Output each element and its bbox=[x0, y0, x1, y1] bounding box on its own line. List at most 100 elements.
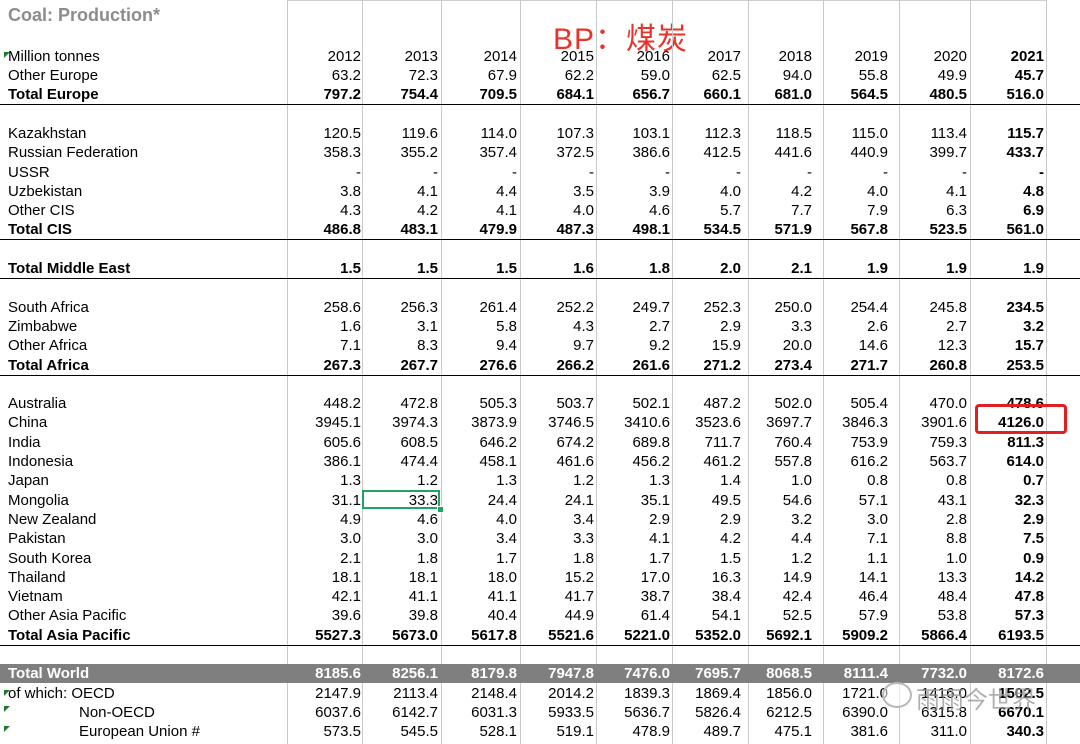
year-header[interactable]: 2017 bbox=[667, 47, 741, 66]
value-cell[interactable]: 0.7 bbox=[970, 471, 1044, 490]
row-label[interactable]: Total Europe bbox=[8, 85, 99, 104]
value-cell[interactable]: 557.8 bbox=[738, 452, 812, 471]
value-cell[interactable]: 487.2 bbox=[667, 394, 741, 413]
year-header[interactable]: 2012 bbox=[287, 47, 361, 66]
value-cell[interactable]: 561.0 bbox=[970, 220, 1044, 239]
value-cell[interactable]: 41.1 bbox=[443, 587, 517, 606]
value-cell[interactable]: 571.9 bbox=[738, 220, 812, 239]
value-cell[interactable]: 503.7 bbox=[520, 394, 594, 413]
value-cell[interactable]: 5933.5 bbox=[520, 703, 594, 722]
value-cell[interactable]: 1.1 bbox=[814, 549, 888, 568]
row-label[interactable]: China bbox=[8, 413, 47, 432]
value-cell[interactable]: 340.3 bbox=[970, 722, 1044, 741]
year-header[interactable]: 2016 bbox=[596, 47, 670, 66]
value-cell[interactable]: 3.0 bbox=[364, 529, 438, 548]
value-cell[interactable]: 38.7 bbox=[596, 587, 670, 606]
value-cell[interactable]: 1839.3 bbox=[596, 684, 670, 703]
value-cell[interactable]: 115.0 bbox=[814, 124, 888, 143]
value-cell[interactable]: 120.5 bbox=[287, 124, 361, 143]
value-cell[interactable]: 479.9 bbox=[443, 220, 517, 239]
row-label[interactable]: New Zealand bbox=[8, 510, 96, 529]
value-cell[interactable]: 458.1 bbox=[443, 452, 517, 471]
value-cell[interactable]: 386.6 bbox=[596, 143, 670, 162]
value-cell[interactable]: 3.2 bbox=[970, 317, 1044, 336]
row-label[interactable]: South Korea bbox=[8, 549, 91, 568]
value-cell[interactable]: - bbox=[893, 163, 967, 182]
value-cell[interactable]: 2.1 bbox=[738, 259, 812, 278]
row-label[interactable]: Other Asia Pacific bbox=[8, 606, 126, 625]
value-cell[interactable]: 2014.2 bbox=[520, 684, 594, 703]
value-cell[interactable]: 5352.0 bbox=[667, 626, 741, 645]
value-cell[interactable]: 608.5 bbox=[364, 433, 438, 452]
row-label[interactable]: Other Africa bbox=[8, 336, 87, 355]
value-cell[interactable]: 57.3 bbox=[970, 606, 1044, 625]
value-cell[interactable]: 4.6 bbox=[596, 201, 670, 220]
value-cell[interactable]: 4.1 bbox=[893, 182, 967, 201]
value-cell[interactable]: 1.0 bbox=[738, 471, 812, 490]
row-label[interactable]: Japan bbox=[8, 471, 49, 490]
value-cell[interactable]: 45.7 bbox=[970, 66, 1044, 85]
value-cell[interactable]: 61.4 bbox=[596, 606, 670, 625]
row-label[interactable]: Total World bbox=[8, 664, 89, 683]
value-cell[interactable]: 2.0 bbox=[667, 259, 741, 278]
row-label[interactable]: Total Asia Pacific bbox=[8, 626, 131, 645]
value-cell[interactable]: 41.7 bbox=[520, 587, 594, 606]
value-cell[interactable]: 475.1 bbox=[738, 722, 812, 741]
value-cell[interactable]: 2.7 bbox=[596, 317, 670, 336]
value-cell[interactable]: 7.7 bbox=[738, 201, 812, 220]
value-cell[interactable]: 3.0 bbox=[814, 510, 888, 529]
value-cell[interactable]: 1.5 bbox=[667, 549, 741, 568]
value-cell[interactable]: 0.9 bbox=[970, 549, 1044, 568]
value-cell[interactable]: 32.3 bbox=[970, 491, 1044, 510]
value-cell[interactable]: 4.0 bbox=[443, 510, 517, 529]
year-header[interactable]: 2020 bbox=[893, 47, 967, 66]
value-cell[interactable]: 39.6 bbox=[287, 606, 361, 625]
value-cell[interactable]: 614.0 bbox=[970, 452, 1044, 471]
year-header[interactable]: 2019 bbox=[814, 47, 888, 66]
value-cell[interactable]: 8068.5 bbox=[738, 664, 812, 683]
value-cell[interactable]: 5.8 bbox=[443, 317, 517, 336]
value-cell[interactable]: 20.0 bbox=[738, 336, 812, 355]
value-cell[interactable]: - bbox=[520, 163, 594, 182]
value-cell[interactable]: 54.6 bbox=[738, 491, 812, 510]
value-cell[interactable]: 1856.0 bbox=[738, 684, 812, 703]
value-cell[interactable]: 4.4 bbox=[443, 182, 517, 201]
value-cell[interactable]: 1.0 bbox=[893, 549, 967, 568]
value-cell[interactable]: 4.0 bbox=[520, 201, 594, 220]
value-cell[interactable]: 3.8 bbox=[287, 182, 361, 201]
value-cell[interactable]: 261.4 bbox=[443, 298, 517, 317]
value-cell[interactable]: 42.1 bbox=[287, 587, 361, 606]
value-cell[interactable]: 252.3 bbox=[667, 298, 741, 317]
value-cell[interactable]: 2.9 bbox=[667, 510, 741, 529]
value-cell[interactable]: 567.8 bbox=[814, 220, 888, 239]
value-cell[interactable]: 3697.7 bbox=[738, 413, 812, 432]
value-cell[interactable]: - bbox=[287, 163, 361, 182]
value-cell[interactable]: 14.1 bbox=[814, 568, 888, 587]
value-cell[interactable]: 72.3 bbox=[364, 66, 438, 85]
value-cell[interactable]: 8.8 bbox=[893, 529, 967, 548]
row-label[interactable]: Total Africa bbox=[8, 356, 89, 375]
value-cell[interactable]: 483.1 bbox=[364, 220, 438, 239]
value-cell[interactable]: 5866.4 bbox=[893, 626, 967, 645]
value-cell[interactable]: 250.0 bbox=[738, 298, 812, 317]
value-cell[interactable]: 1.5 bbox=[443, 259, 517, 278]
value-cell[interactable]: 472.8 bbox=[364, 394, 438, 413]
value-cell[interactable]: 271.2 bbox=[667, 356, 741, 375]
value-cell[interactable]: - bbox=[364, 163, 438, 182]
value-cell[interactable]: 605.6 bbox=[287, 433, 361, 452]
value-cell[interactable]: 1.7 bbox=[443, 549, 517, 568]
value-cell[interactable]: 3.9 bbox=[596, 182, 670, 201]
value-cell[interactable]: 660.1 bbox=[667, 85, 741, 104]
row-label[interactable]: of which: OECD bbox=[8, 684, 115, 703]
value-cell[interactable]: 118.5 bbox=[738, 124, 812, 143]
value-cell[interactable]: 234.5 bbox=[970, 298, 1044, 317]
value-cell[interactable]: 759.3 bbox=[893, 433, 967, 452]
value-cell[interactable]: 5.7 bbox=[667, 201, 741, 220]
value-cell[interactable]: 14.6 bbox=[814, 336, 888, 355]
value-cell[interactable]: 3.5 bbox=[520, 182, 594, 201]
value-cell[interactable]: 15.2 bbox=[520, 568, 594, 587]
value-cell[interactable]: 1721.0 bbox=[814, 684, 888, 703]
row-label[interactable]: Vietnam bbox=[8, 587, 63, 606]
value-cell[interactable]: - bbox=[814, 163, 888, 182]
value-cell[interactable]: 433.7 bbox=[970, 143, 1044, 162]
